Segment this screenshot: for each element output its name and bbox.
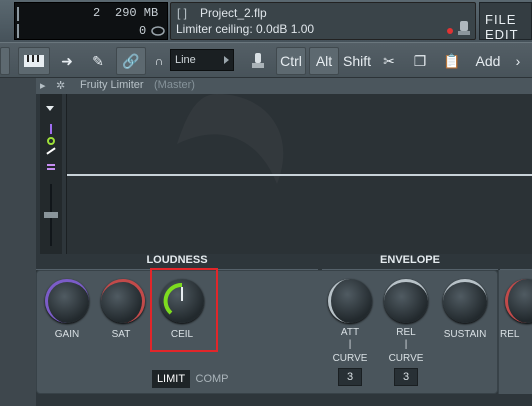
- snap-select[interactable]: Line: [170, 49, 234, 71]
- scissors-icon[interactable]: ✂: [377, 47, 401, 75]
- rel-curve-label: CURVE: [388, 353, 424, 364]
- link-icon[interactable]: 🔗: [116, 47, 146, 75]
- alt-button[interactable]: Alt: [309, 47, 339, 75]
- display-side-tools: [40, 94, 62, 254]
- project-name: Project_2.flp: [200, 6, 267, 20]
- gain-knob[interactable]: [45, 279, 89, 323]
- hint-bar: [ ] Project_2.flp Limiter ceiling: 0.0dB…: [170, 2, 476, 40]
- limiter-display[interactable]: [66, 94, 532, 254]
- point-icon[interactable]: [47, 137, 55, 145]
- arrow-right-icon[interactable]: ➜: [55, 47, 79, 75]
- chevron-right-more-icon[interactable]: ›: [508, 47, 528, 75]
- sat-knob[interactable]: [101, 279, 145, 323]
- envelope-header: ENVELOPE: [322, 254, 498, 270]
- knob-hint-icon: [458, 21, 470, 35]
- plugin-title: Fruity Limiter: [80, 79, 144, 91]
- pencil-icon[interactable]: [46, 147, 56, 155]
- ctrl-button[interactable]: Ctrl: [276, 47, 306, 75]
- magnet-icon[interactable]: ∩: [150, 47, 168, 75]
- snap-value: Line: [175, 54, 196, 66]
- left-sidebar-strip: [0, 78, 36, 406]
- brush-icon[interactable]: ✎: [86, 47, 110, 75]
- piano-roll-icon[interactable]: [18, 47, 50, 75]
- menu-file-edit[interactable]: FILE EDIT: [479, 2, 532, 42]
- plugin-titlebar[interactable]: ▸ ✲ Fruity Limiter (Master): [36, 78, 532, 94]
- att-label: ATT: [340, 327, 360, 338]
- performance-display: 2 290 MB 0: [14, 2, 168, 40]
- att-curve-spinner[interactable]: 3: [338, 368, 362, 386]
- plugin-menu-icon[interactable]: ▸: [40, 79, 46, 92]
- poly-meter-bar: [17, 24, 19, 38]
- metronome-icon[interactable]: [244, 47, 272, 75]
- cpu-meter-bar: [17, 7, 19, 21]
- zoom-slider-thumb[interactable]: [44, 212, 58, 218]
- project-bracket: [ ]: [177, 6, 188, 20]
- marker-icon[interactable]: [50, 124, 52, 134]
- chevron-right-icon: [224, 56, 229, 64]
- ceiling-line: [67, 174, 532, 176]
- paste-icon[interactable]: 📋: [440, 47, 464, 75]
- shift-button[interactable]: Shift: [341, 47, 373, 75]
- sat-label: SAT: [111, 329, 131, 340]
- gain-label: GAIN: [54, 329, 80, 340]
- sustain-label: SUSTAIN: [443, 329, 487, 340]
- gear-icon[interactable]: ✲: [56, 79, 65, 92]
- rel-curve-spinner[interactable]: 3: [394, 368, 418, 386]
- polyphony-value: 0: [139, 24, 147, 38]
- list-icon-line: [47, 168, 55, 170]
- rel-divider: |: [404, 339, 408, 350]
- loop-icon: [151, 26, 165, 36]
- hint-text: Limiter ceiling: 0.0dB 1.00: [176, 22, 315, 36]
- att-knob[interactable]: [328, 279, 372, 323]
- ceil-highlight-box: [150, 268, 218, 352]
- tab-comp[interactable]: COMP: [192, 370, 232, 388]
- watermark-icon: [177, 94, 284, 184]
- att-divider: |: [348, 339, 352, 350]
- add-button[interactable]: Add: [472, 47, 504, 75]
- rel2-label: REL: [500, 329, 520, 340]
- toolbar-left-edge[interactable]: [0, 47, 10, 75]
- cpu-value: 2: [93, 6, 101, 20]
- toolbar: ➜ ✎ 🔗 ∩ Line Ctrl Alt Shift ✂ ❐ 📋 Add ›: [0, 42, 532, 78]
- att-curve-label: CURVE: [332, 353, 368, 364]
- list-icon[interactable]: [47, 164, 55, 166]
- memory-value: 290 MB: [115, 6, 159, 20]
- record-indicator-icon: [447, 28, 453, 34]
- sustain-knob[interactable]: [443, 279, 487, 323]
- tab-limit[interactable]: LIMIT: [152, 370, 190, 388]
- copy-icon[interactable]: ❐: [408, 47, 432, 75]
- dropdown-arrow-icon[interactable]: [46, 106, 54, 111]
- next-section-header: [500, 254, 532, 270]
- rel-knob[interactable]: [384, 279, 428, 323]
- plugin-channel: (Master): [154, 79, 195, 91]
- rel-label: REL: [396, 327, 416, 338]
